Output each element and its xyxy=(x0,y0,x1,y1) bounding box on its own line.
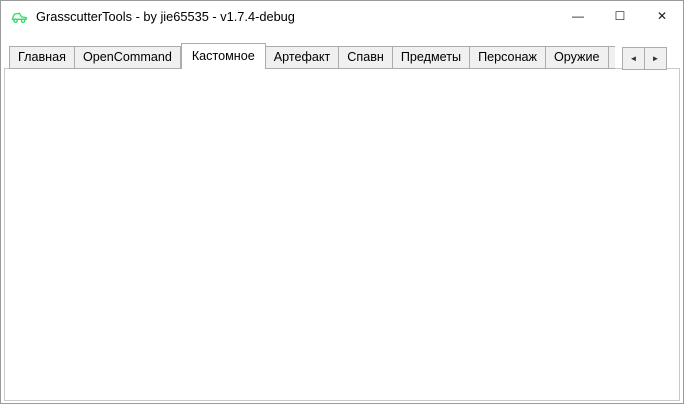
tab-strip: ГлавнаяOpenCommandКастомноеАртефактСпавн… xyxy=(9,42,615,69)
tab-scroll-left-icon[interactable]: ◄ xyxy=(622,47,645,70)
tab-item-4[interactable]: Спавн xyxy=(339,46,393,69)
tab-item-2[interactable]: Кастомное xyxy=(181,43,266,69)
tab-item-5[interactable]: Предметы xyxy=(393,46,470,69)
window-title: GrasscutterTools - by jie65535 - v1.7.4-… xyxy=(36,9,295,24)
tab-item-1[interactable]: OpenCommand xyxy=(75,46,181,69)
window-controls: — ☐ ✕ xyxy=(557,1,683,31)
minimize-icon[interactable]: — xyxy=(557,1,599,31)
app-icon xyxy=(10,7,29,26)
tab-page-kastomnoe xyxy=(4,68,680,401)
title-bar: GrasscutterTools - by jie65535 - v1.7.4-… xyxy=(1,1,683,32)
tab-scroll-right-icon[interactable]: ► xyxy=(645,47,667,70)
tab-item-7[interactable]: Оружие xyxy=(546,46,609,69)
app-window: GrasscutterTools - by jie65535 - v1.7.4-… xyxy=(0,0,684,404)
maximize-icon[interactable]: ☐ xyxy=(599,1,641,31)
tab-item-6[interactable]: Персонаж xyxy=(470,46,546,69)
tab-scroll-buttons: ◄ ► xyxy=(622,47,667,70)
tab-item-3[interactable]: Артефакт xyxy=(266,46,340,69)
close-icon[interactable]: ✕ xyxy=(641,1,683,31)
tab-item-8[interactable]: Аккаун xyxy=(609,46,615,69)
tab-item-0[interactable]: Главная xyxy=(9,46,75,69)
